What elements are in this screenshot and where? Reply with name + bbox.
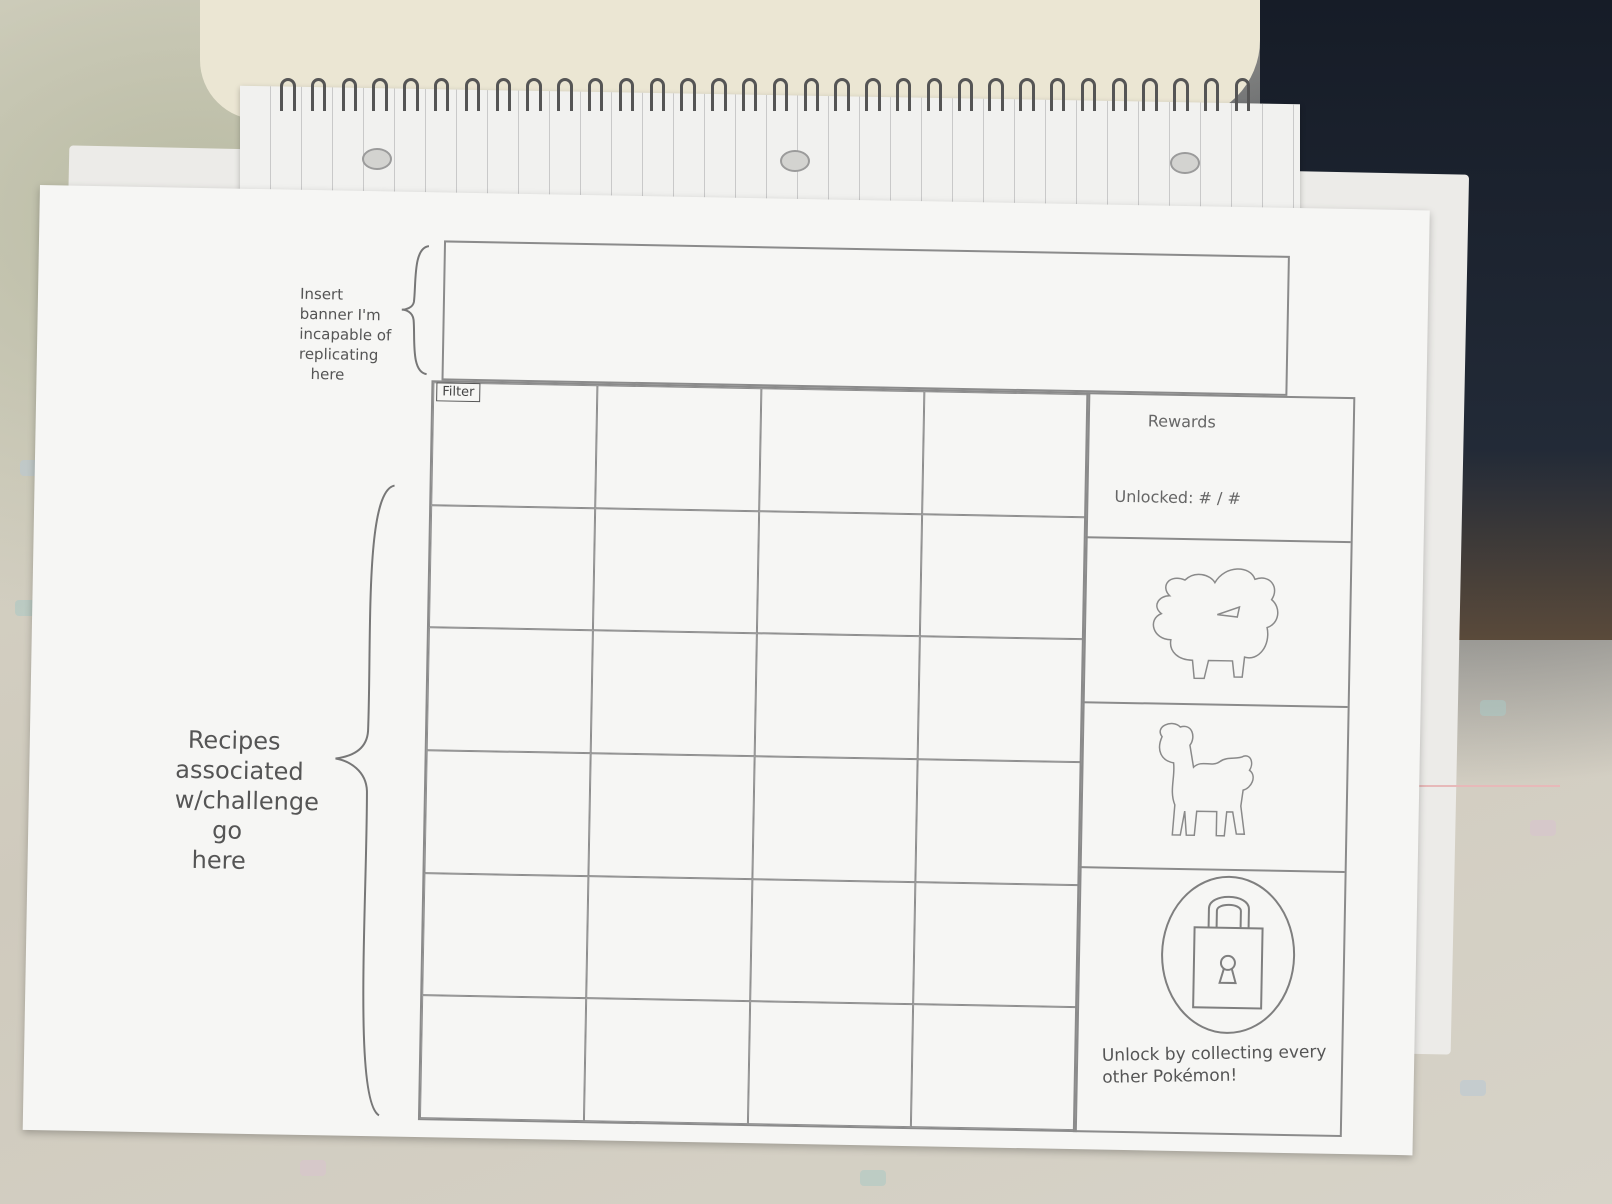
- recipe-card[interactable]: [592, 507, 759, 634]
- recipe-card[interactable]: [756, 510, 923, 637]
- recipe-card[interactable]: [426, 627, 593, 754]
- recipe-card[interactable]: [751, 756, 918, 882]
- pokemon-silhouette-icon: [1152, 568, 1279, 680]
- recipe-card[interactable]: [583, 998, 750, 1125]
- wireframe-sheet: Insert banner I'm incapable of replicati…: [22, 185, 1430, 1156]
- lock-icon: [1161, 875, 1296, 1034]
- recipe-card[interactable]: [922, 391, 1089, 517]
- banner-placeholder: [441, 240, 1290, 396]
- filter-button[interactable]: Filter: [436, 382, 481, 403]
- recipe-card[interactable]: [758, 388, 925, 514]
- rewards-panel: Rewards Unlocked: # / # Unlock by collec…: [1072, 392, 1356, 1138]
- recipe-card[interactable]: [917, 636, 1084, 763]
- fabric-pattern-dot: [860, 1170, 886, 1186]
- fabric-pattern-dot: [1480, 700, 1506, 716]
- unlocked-count: Unlocked: # / #: [1114, 486, 1242, 509]
- rewards-title: Rewards: [1147, 411, 1216, 432]
- recipe-card[interactable]: [424, 750, 591, 876]
- banner-brace: [401, 245, 430, 376]
- recipe-card[interactable]: [920, 513, 1087, 640]
- recipe-card[interactable]: [911, 1004, 1078, 1131]
- recipe-card[interactable]: [428, 504, 595, 631]
- recipes-brace: [335, 484, 395, 1117]
- rewards-header: Rewards Unlocked: # / #: [1085, 394, 1354, 544]
- recipe-card[interactable]: [749, 878, 916, 1005]
- reward-item[interactable]: [1082, 536, 1351, 709]
- locked-reward-item[interactable]: Unlock by collecting every other Pokémon…: [1075, 866, 1345, 1135]
- recipe-card[interactable]: [590, 630, 757, 757]
- reward-item[interactable]: [1079, 701, 1348, 874]
- fabric-pattern-dot: [300, 1160, 326, 1176]
- recipe-card[interactable]: [422, 872, 589, 999]
- recipe-card[interactable]: [588, 753, 755, 879]
- lock-caption: Unlock by collecting every other Pokémon…: [1101, 1042, 1327, 1088]
- binder-hole: [362, 148, 392, 170]
- fabric-pattern-dot: [1460, 1080, 1486, 1096]
- fabric-pattern-dot: [1530, 820, 1556, 836]
- recipe-card[interactable]: [913, 881, 1080, 1008]
- recipe-card[interactable]: [594, 385, 761, 511]
- recipe-card[interactable]: [747, 1001, 914, 1128]
- recipe-card[interactable]: [419, 995, 586, 1122]
- spiral-binding: [280, 78, 1251, 118]
- binder-hole: [780, 150, 810, 172]
- recipe-card[interactable]: [915, 759, 1082, 885]
- llama-pokemon-silhouette-icon: [1158, 722, 1254, 837]
- binder-hole: [1170, 152, 1200, 174]
- recipe-card[interactable]: [754, 633, 921, 760]
- recipe-grid: [417, 380, 1091, 1133]
- recipe-card[interactable]: [585, 875, 752, 1002]
